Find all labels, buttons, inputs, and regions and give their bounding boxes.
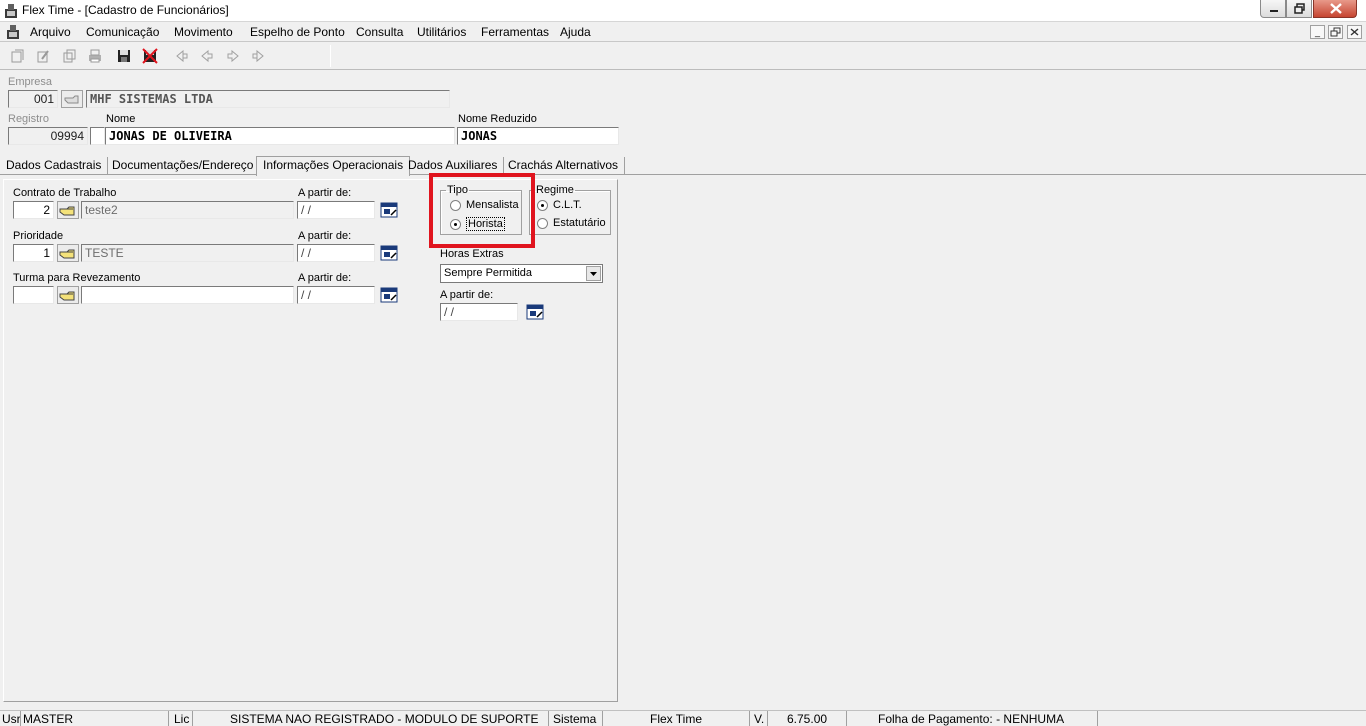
- menu-ferramentas[interactable]: Ferramentas: [481, 25, 549, 39]
- nome-field[interactable]: JONAS DE OLIVEIRA: [105, 127, 455, 145]
- chevron-down-icon[interactable]: [586, 266, 601, 281]
- restore-button[interactable]: [1286, 0, 1312, 18]
- save-icon[interactable]: [115, 47, 133, 65]
- status-sistema-value: Flex Time: [650, 712, 703, 726]
- menu-consulta[interactable]: Consulta: [356, 25, 403, 39]
- menu-movimento[interactable]: Movimento: [174, 25, 233, 39]
- minimize-button[interactable]: [1260, 0, 1286, 18]
- regime-clt-radio[interactable]: C.L.T.: [537, 199, 582, 211]
- turma-lookup-button[interactable]: [57, 286, 79, 304]
- mdi-restore-button[interactable]: [1328, 25, 1343, 39]
- edit-record-icon[interactable]: [34, 47, 52, 65]
- horas-extras-label: Horas Extras: [440, 248, 504, 260]
- registro-label: Registro: [8, 113, 49, 125]
- prioridade-lookup-button[interactable]: [57, 244, 79, 262]
- menu-arquivo[interactable]: Arquivo: [30, 25, 71, 39]
- close-button[interactable]: [1313, 0, 1357, 18]
- turma-desc-field[interactable]: [81, 286, 294, 304]
- copy-record-icon[interactable]: [60, 47, 78, 65]
- status-separator: [20, 711, 21, 726]
- nome-reduzido-field[interactable]: JONAS: [457, 127, 619, 145]
- regime-clt-label: C.L.T.: [553, 199, 582, 211]
- status-lic-value: SISTEMA NAO REGISTRADO - MODULO DE SUPOR…: [230, 712, 539, 726]
- tab-documentacoes-endereco[interactable]: Documentações/Endereço: [106, 157, 261, 175]
- title-bar: Flex Time - [Cadastro de Funcionários]: [0, 0, 1366, 22]
- menu-espelho-de-ponto[interactable]: Espelho de Ponto: [250, 25, 345, 39]
- turma-date-field[interactable]: / /: [297, 286, 375, 304]
- regime-estatutario-label: Estatutário: [553, 217, 606, 229]
- new-record-icon[interactable]: [8, 47, 26, 65]
- highlight-box: [429, 173, 535, 248]
- empresa-lookup-button[interactable]: [61, 90, 83, 108]
- turma-label: Turma para Revezamento: [13, 272, 141, 284]
- status-version-label: V.: [754, 712, 765, 726]
- status-lic-label: Lic: [174, 712, 190, 726]
- prioridade-calendar-button[interactable]: [378, 243, 400, 263]
- app-menu-icon[interactable]: [5, 24, 21, 40]
- prioridade-date-label: A partir de:: [298, 230, 352, 242]
- status-separator: [602, 711, 603, 726]
- regime-legend: Regime: [536, 184, 574, 196]
- nome-label: Nome: [106, 113, 136, 125]
- menu-comunicacao[interactable]: Comunicação: [86, 25, 159, 39]
- status-separator: [168, 711, 169, 726]
- registro-digit-field[interactable]: [90, 127, 105, 145]
- contrato-calendar-button[interactable]: [378, 200, 400, 220]
- contrato-desc-field[interactable]: teste2: [81, 201, 294, 219]
- status-version-value: 6.75.00: [787, 712, 828, 726]
- contrato-code-field[interactable]: 2: [13, 201, 54, 219]
- mdi-close-button[interactable]: [1347, 25, 1362, 39]
- prioridade-code-field[interactable]: 1: [13, 244, 54, 262]
- contrato-date-label: A partir de:: [298, 187, 352, 199]
- horas-date-label: A partir de:: [440, 289, 494, 301]
- nome-reduzido-label: Nome Reduzido: [458, 113, 537, 125]
- status-separator: [548, 711, 549, 726]
- empresa-name-field[interactable]: MHF SISTEMAS LTDA: [86, 90, 450, 108]
- print-icon[interactable]: [86, 47, 104, 65]
- contrato-label: Contrato de Trabalho: [13, 187, 117, 199]
- registro-field[interactable]: 09994: [8, 127, 88, 145]
- contrato-date-field[interactable]: / /: [297, 201, 375, 219]
- tab-informacoes-operacionais[interactable]: Informações Operacionais: [256, 156, 411, 176]
- turma-calendar-button[interactable]: [378, 285, 400, 305]
- next-record-icon[interactable]: [224, 47, 242, 65]
- prioridade-desc-field[interactable]: TESTE: [81, 244, 294, 262]
- horas-calendar-button[interactable]: [524, 302, 546, 322]
- radio-clt-dot: [537, 199, 548, 211]
- turma-code-field[interactable]: [13, 286, 54, 304]
- turma-date-label: A partir de:: [298, 272, 352, 284]
- status-separator: [749, 711, 750, 726]
- horas-extras-value: Sempre Permitida: [444, 267, 533, 279]
- horas-date-field[interactable]: / /: [440, 303, 518, 321]
- horas-extras-select[interactable]: Sempre Permitida: [440, 264, 603, 283]
- status-folha: Folha de Pagamento: - NENHUMA: [878, 712, 1065, 726]
- menu-ajuda[interactable]: Ajuda: [560, 25, 591, 39]
- status-separator: [192, 711, 193, 726]
- status-separator: [1097, 711, 1098, 726]
- menu-utilitarios[interactable]: Utilitários: [417, 25, 466, 39]
- empresa-code-field[interactable]: 001: [8, 90, 58, 108]
- contrato-lookup-button[interactable]: [57, 201, 79, 219]
- last-record-icon[interactable]: [250, 47, 268, 65]
- regime-estatutario-radio[interactable]: Estatutário: [537, 217, 606, 229]
- tab-dados-cadastrais[interactable]: Dados Cadastrais: [0, 157, 109, 175]
- previous-record-icon[interactable]: [198, 47, 216, 65]
- empresa-label: Empresa: [8, 76, 53, 88]
- first-record-icon[interactable]: [172, 47, 190, 65]
- status-separator: [846, 711, 847, 726]
- status-separator: [767, 711, 768, 726]
- window-title: Flex Time - [Cadastro de Funcionários]: [22, 3, 229, 17]
- status-usr-value: MASTER: [23, 712, 74, 726]
- cancel-icon[interactable]: [141, 47, 159, 65]
- toolbar-separator: [330, 45, 331, 67]
- app-icon[interactable]: [3, 3, 19, 19]
- prioridade-label: Prioridade: [13, 230, 64, 242]
- mdi-minimize-button[interactable]: _: [1310, 25, 1325, 39]
- status-usr-label: Usr: [2, 712, 21, 726]
- prioridade-date-field[interactable]: / /: [297, 244, 375, 262]
- status-sistema-label: Sistema: [553, 712, 597, 726]
- radio-estatutario-dot: [537, 217, 548, 229]
